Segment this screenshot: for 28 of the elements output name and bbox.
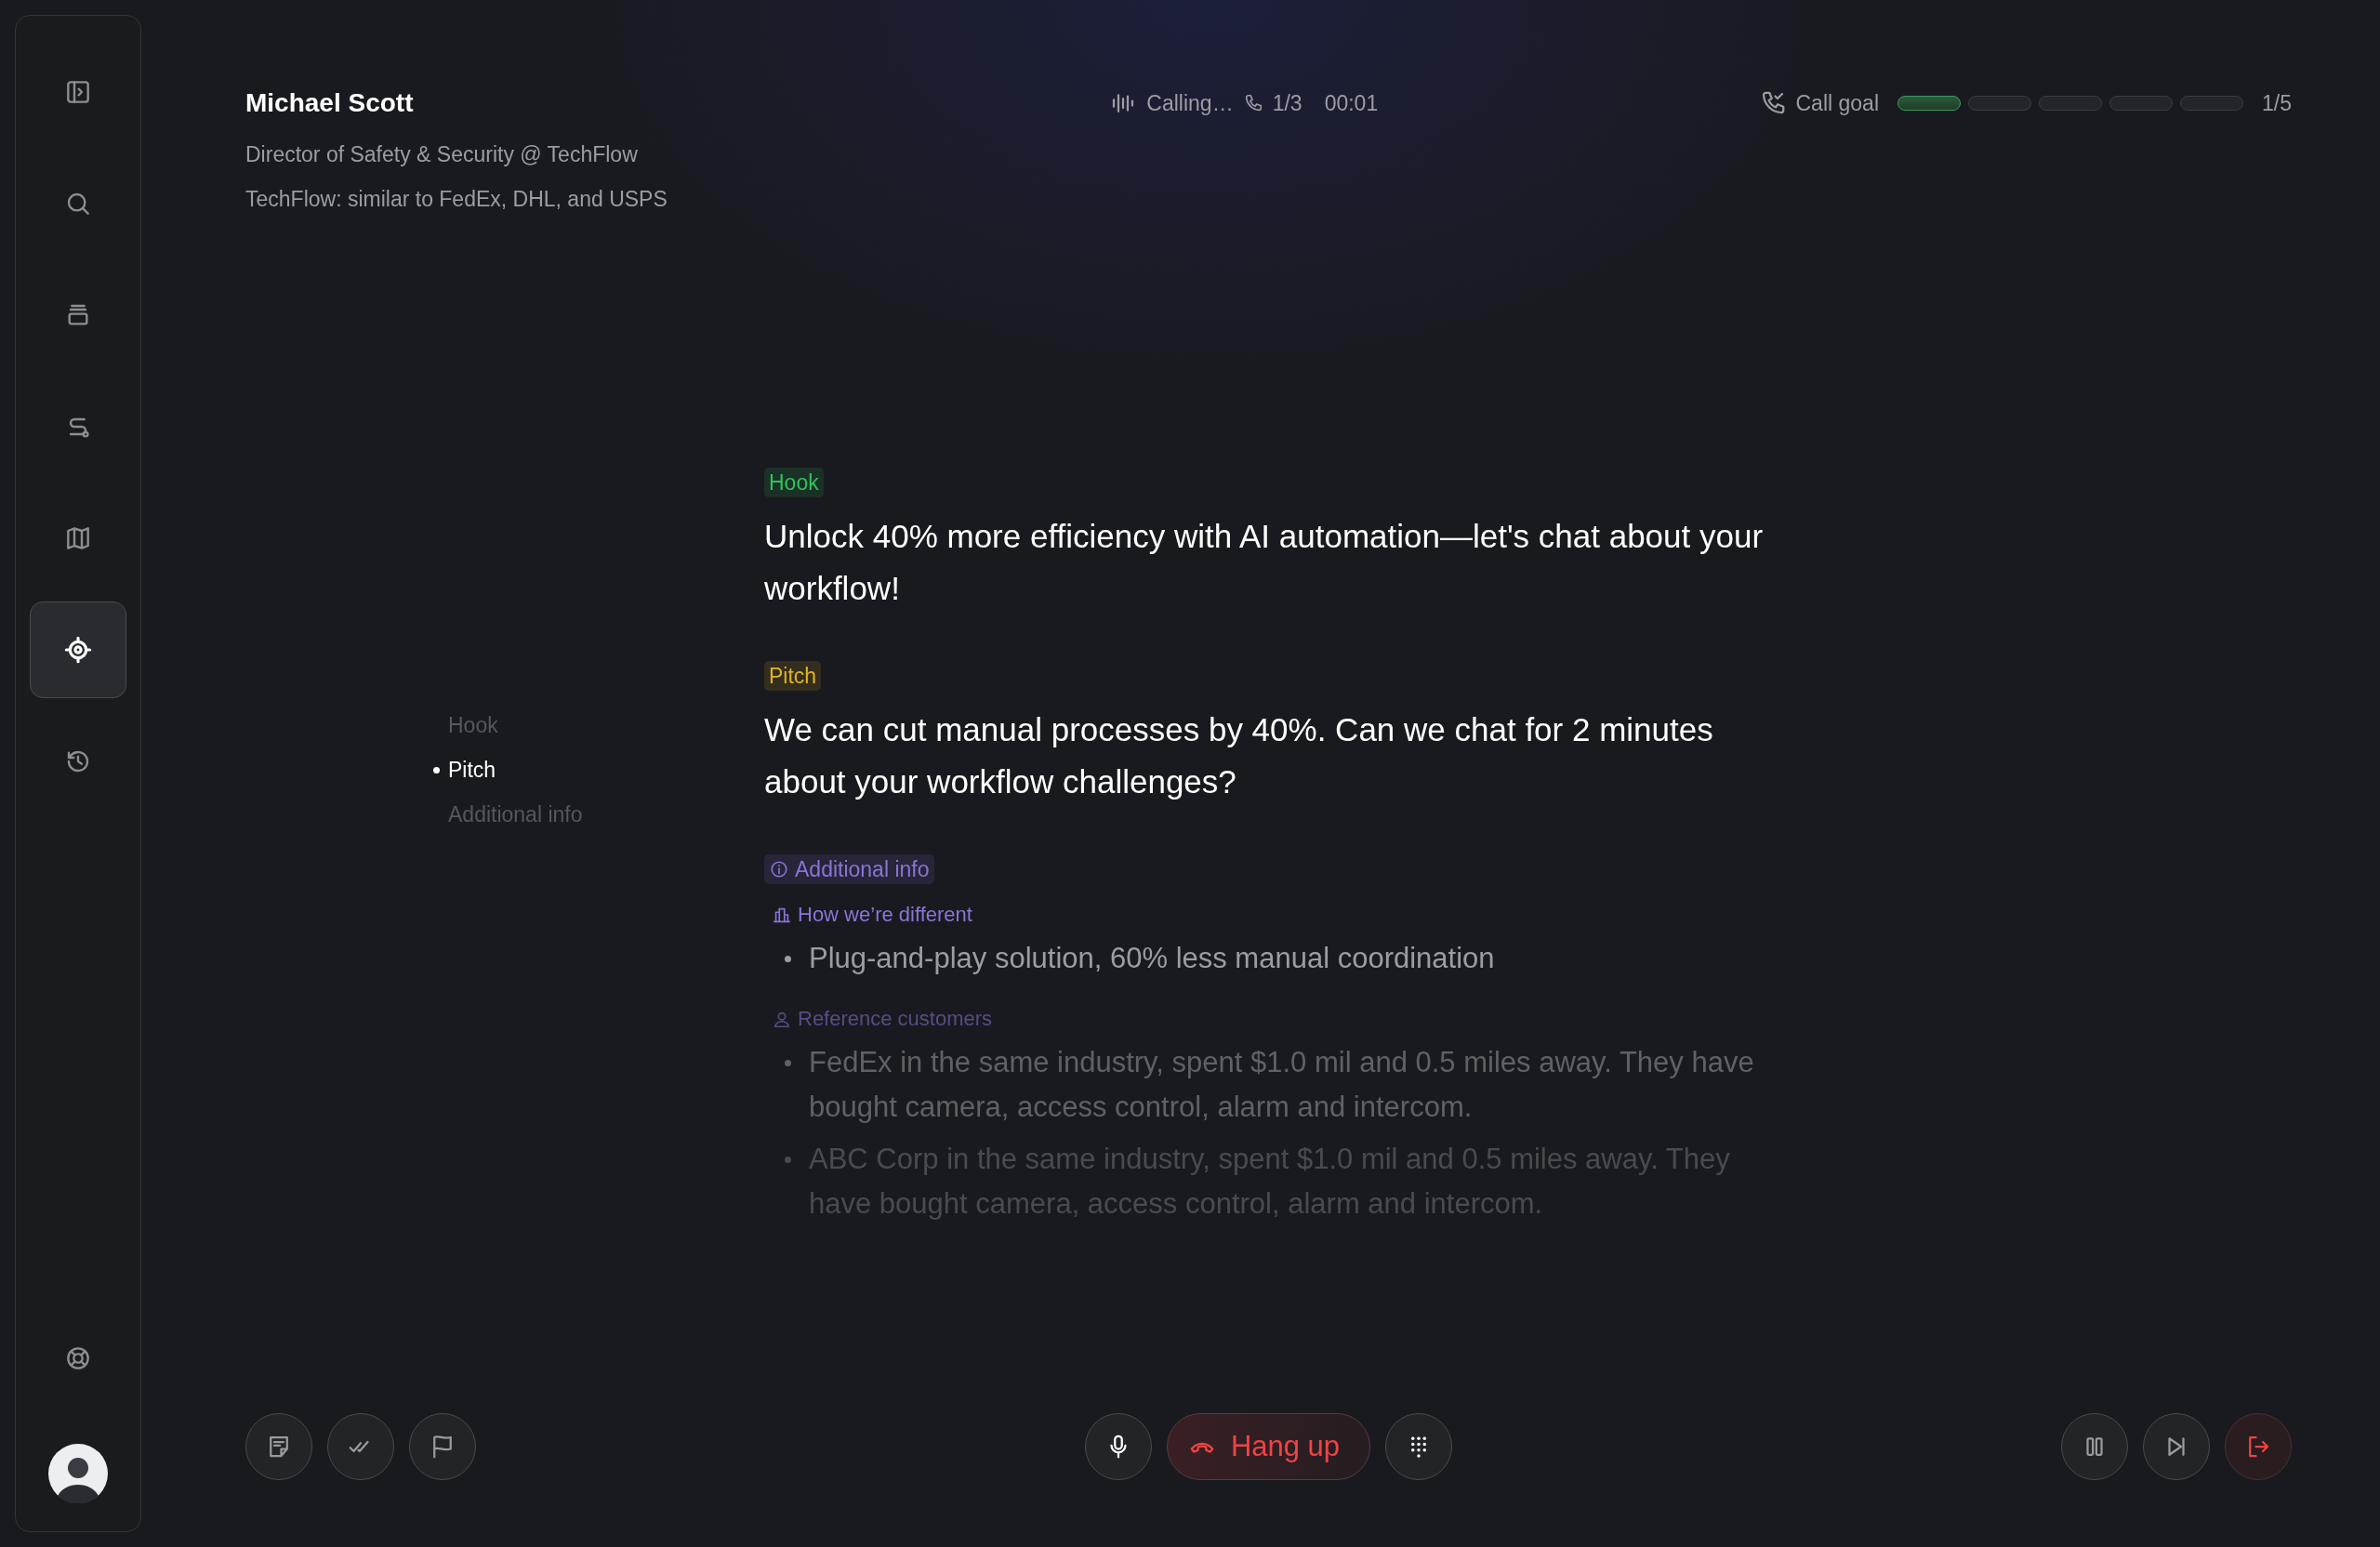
avatar-icon[interactable] <box>48 1444 108 1503</box>
contact-name: Michael Scott <box>245 87 415 119</box>
call-state: Calling… <box>1146 90 1234 116</box>
script-text: We can cut manual processes by 40%. Can we chat for 2 minutes about your workflow challenges? <box>764 710 1714 801</box>
call-goal-count: 1/5 <box>2262 90 2292 116</box>
group-heading: How we’re different <box>798 903 972 927</box>
section-tag-label: Additional info <box>795 857 930 881</box>
hang-up-button[interactable]: Hang up <box>1166 1413 1371 1480</box>
bullet-icon <box>785 1060 791 1066</box>
call-timer: 00:01 <box>1324 90 1379 116</box>
script-text: Unlock 40% more efficiency with AI automation—let's chat about your workflow! <box>764 517 1764 608</box>
company-note: TechFlow: similar to FedEx, DHL, and USPS <box>245 186 668 213</box>
outline-item[interactable]: Pitch <box>433 759 764 781</box>
target-nav-button[interactable] <box>30 602 126 698</box>
section-tag: Pitch <box>764 661 822 691</box>
call-attempts: 1/3 <box>1272 90 1302 116</box>
info-bullet: FedEx in the same industry, spent $1.0 mil and 0.5 miles away. They have bought camera, access control, alarm and intercom. <box>809 1046 1754 1123</box>
bullet-icon <box>785 1157 791 1163</box>
info-bullet: Plug-and-play solution, 60% less manual coordination <box>809 942 1495 974</box>
call-goal-label: Call goal <box>1795 90 1879 116</box>
section-tag: Hook <box>764 468 824 497</box>
outline-item[interactable]: Hook <box>433 714 764 736</box>
bullet-icon <box>785 956 791 962</box>
info-icon <box>769 859 789 879</box>
group-heading: Reference customers <box>798 1007 993 1031</box>
contact-title: Director of Safety & Security @ TechFlow <box>245 141 639 168</box>
target-icon <box>63 635 93 665</box>
outline-item[interactable]: Additional info <box>433 803 764 826</box>
